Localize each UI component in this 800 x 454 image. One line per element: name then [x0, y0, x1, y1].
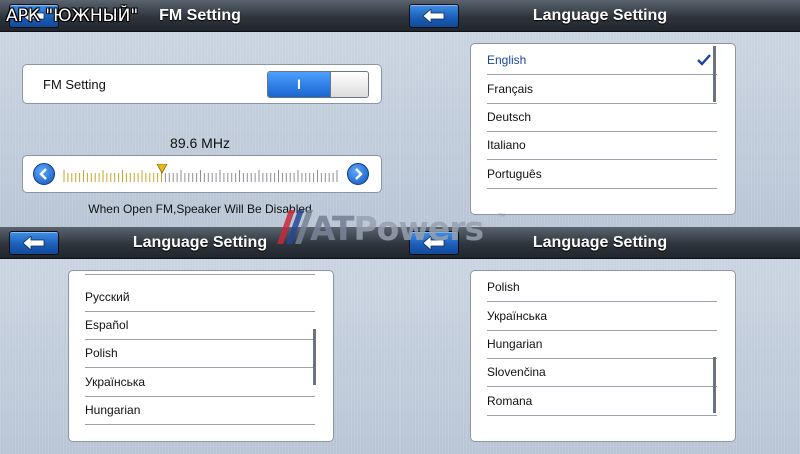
language-label: Русский: [85, 290, 130, 304]
fm-setting-label: FM Setting: [43, 77, 106, 92]
fm-toggle-switch[interactable]: I: [267, 71, 369, 98]
language-item-polish[interactable]: Polish: [85, 339, 315, 368]
language-label: Español: [85, 318, 129, 332]
logo-rest: Powers: [353, 209, 485, 248]
language-label: Deutsch: [487, 110, 532, 124]
language-item-hungarian[interactable]: Hungarian: [85, 396, 315, 425]
language-item-espanol[interactable]: Español: [85, 311, 315, 340]
language-label: Português: [487, 167, 542, 181]
language-item-ukrainian[interactable]: Українська: [487, 302, 717, 331]
watermark-text: АРК "ЮЖНЫЙ": [6, 6, 139, 26]
logo-first: AT: [310, 209, 354, 248]
header-bar: Language Setting: [400, 0, 800, 32]
language-item-slovencina[interactable]: Slovenčina: [487, 358, 717, 387]
language-item-portugues[interactable]: Português: [487, 160, 717, 189]
language-list: Polish Українська Hungarian Slovenčina R…: [470, 270, 736, 442]
language-list: English Français Deutsch Italiano Portug…: [470, 43, 736, 215]
language-item-romana[interactable]: Romana: [487, 387, 717, 416]
language-label: Hungarian: [487, 337, 543, 351]
list-scrollbar[interactable]: [313, 329, 316, 385]
language-item-francais[interactable]: Français: [487, 75, 717, 104]
left-arrow-icon: [39, 168, 47, 180]
check-icon: [697, 54, 711, 66]
page-title: Language Setting: [532, 7, 668, 24]
language-panel-3: Language Setting Polish Українська Hunga…: [400, 227, 800, 454]
list-scrollbar[interactable]: [713, 357, 716, 413]
frequency-tuner: [22, 155, 382, 193]
tune-up-button[interactable]: [347, 163, 369, 185]
fm-setting-panel: FM Setting FM Setting I 89.6 MHz When Op…: [0, 0, 400, 227]
logo-wordmark: ATPowers: [310, 209, 485, 248]
language-label: Hungarian: [85, 403, 141, 417]
language-label: Українська: [487, 309, 548, 323]
toggle-on-segment: I: [268, 72, 330, 97]
language-list: Русский Español Polish Українська Hungar…: [68, 270, 334, 442]
right-arrow-icon: [355, 168, 363, 180]
frequency-slider[interactable]: [63, 164, 338, 184]
language-label: English: [487, 53, 527, 67]
language-label: Українська: [85, 375, 146, 389]
fm-setting-row: FM Setting I: [22, 64, 382, 104]
language-item-english[interactable]: English: [487, 46, 717, 75]
language-label: Polish: [487, 280, 520, 294]
toggle-off-segment: [330, 72, 368, 97]
list-item-partial: [85, 271, 315, 275]
language-label: Italiano: [487, 138, 526, 152]
logo-stripes-icon: [277, 210, 313, 244]
trademark-mark: ™: [498, 212, 506, 221]
language-item-russian[interactable]: Русский: [85, 283, 315, 312]
language-panel-2: Language Setting Русский Español Polish …: [0, 227, 400, 454]
slider-marker[interactable]: [156, 164, 168, 174]
language-label: Romana: [487, 394, 533, 408]
language-label: Slovenčina: [487, 365, 546, 379]
language-item-ukrainian[interactable]: Українська: [85, 368, 315, 397]
language-label: Polish: [85, 346, 118, 360]
language-item-hungarian[interactable]: Hungarian: [487, 330, 717, 359]
language-item-deutsch[interactable]: Deutsch: [487, 103, 717, 132]
tune-down-button[interactable]: [33, 163, 55, 185]
frequency-readout: 89.6 MHz: [170, 135, 230, 151]
language-label: Français: [487, 82, 534, 96]
list-scrollbar[interactable]: [713, 46, 716, 102]
language-panel-1: Language Setting English Français Deutsc…: [400, 0, 800, 227]
language-item-polish[interactable]: Polish: [487, 273, 717, 302]
language-item-italiano[interactable]: Italiano: [487, 131, 717, 160]
